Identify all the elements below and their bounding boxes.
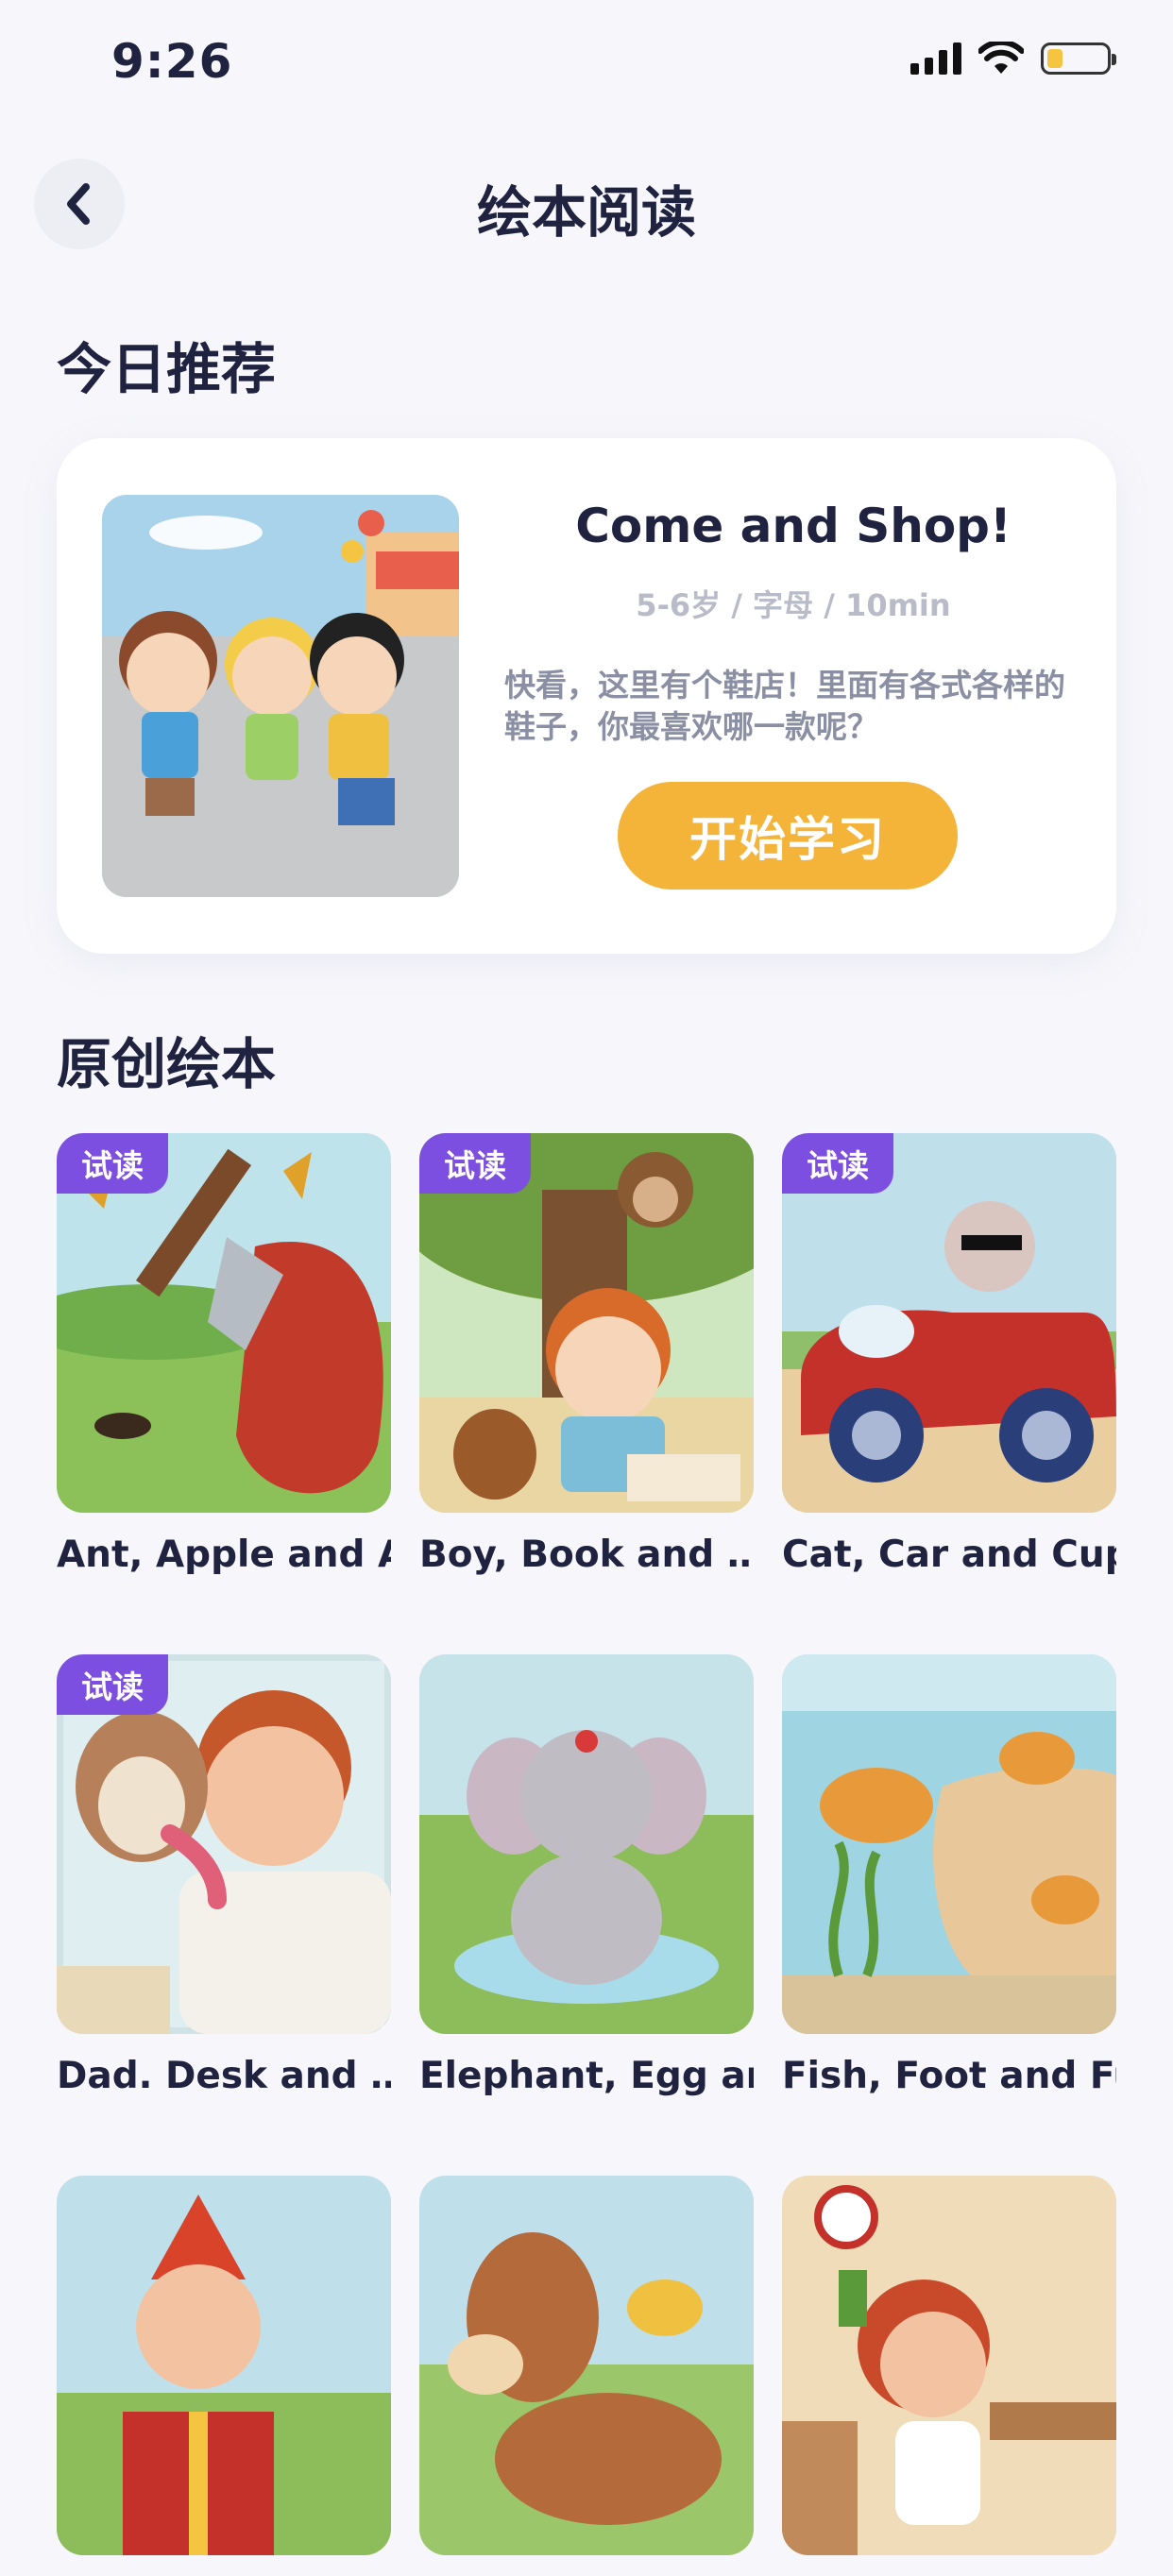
featured-book-card[interactable]: Come and Shop! 5-6岁 / 字母 / 10min 快看，这里有个… xyxy=(57,438,1116,954)
status-icons xyxy=(910,42,1116,76)
book-card-ant-apple-ax[interactable]: 试读 Ant, Apple and Ax! xyxy=(57,1133,391,1576)
battery-icon xyxy=(1041,42,1116,75)
trial-badge: 试读 xyxy=(419,1133,531,1194)
cellular-signal-icon xyxy=(910,42,961,75)
book-card-birthday[interactable] xyxy=(57,2176,391,2576)
book-card-elephant-egg[interactable]: Elephant, Egg an… xyxy=(419,1654,754,2097)
featured-book-title: Come and Shop! xyxy=(575,499,1012,553)
featured-book-cover[interactable] xyxy=(102,495,459,897)
book-card-dad-desk[interactable]: 试读 Dad. Desk and … xyxy=(57,1654,391,2097)
book-cover[interactable] xyxy=(782,1654,1116,2034)
originals-section-title: 原创绘本 xyxy=(57,1032,277,1096)
book-title: Dad. Desk and … xyxy=(57,2055,391,2097)
book-title: Ant, Apple and Ax! xyxy=(57,1534,391,1576)
page-title: 绘本阅读 xyxy=(476,180,696,245)
book-cover[interactable] xyxy=(419,2176,754,2555)
book-title: Fish, Foot and Fun! xyxy=(782,2055,1116,2097)
trial-badge: 试读 xyxy=(57,1133,168,1194)
status-time: 9:26 xyxy=(111,34,233,89)
featured-book-meta: 5-6岁 / 字母 / 10min xyxy=(636,587,951,623)
recommend-section-title: 今日推荐 xyxy=(57,337,277,401)
book-title: Boy, Book and … xyxy=(419,1534,754,1576)
trial-badge: 试读 xyxy=(782,1133,893,1194)
trial-badge: 试读 xyxy=(57,1654,168,1715)
book-cover[interactable]: 试读 xyxy=(57,1133,391,1513)
book-cover[interactable]: 试读 xyxy=(419,1133,754,1513)
book-cover[interactable] xyxy=(782,2176,1116,2555)
book-card-desk[interactable] xyxy=(782,2176,1116,2576)
book-card-fish-foot-fun[interactable]: Fish, Foot and Fun! xyxy=(782,1654,1116,2097)
wifi-icon xyxy=(978,42,1024,74)
book-cover[interactable]: 试读 xyxy=(57,1654,391,2034)
book-card-boy-book[interactable]: 试读 Boy, Book and … xyxy=(419,1133,754,1576)
book-card-cat-car-cup[interactable]: 试读 Cat, Car and Cup! xyxy=(782,1133,1116,1576)
book-title: Elephant, Egg an… xyxy=(419,2055,754,2097)
start-learning-button[interactable]: 开始学习 xyxy=(618,782,958,890)
featured-book-description: 快看，这里有个鞋店！里面有各式各样的鞋子，你最喜欢哪一款呢？ xyxy=(504,667,1065,745)
book-cover[interactable] xyxy=(57,2176,391,2555)
status-bar: 9:26 xyxy=(0,0,1173,127)
book-cover[interactable]: 试读 xyxy=(782,1133,1116,1513)
book-title: Cat, Car and Cup! xyxy=(782,1534,1116,1576)
book-card-horse[interactable] xyxy=(419,2176,754,2576)
book-cover[interactable] xyxy=(419,1654,754,2034)
